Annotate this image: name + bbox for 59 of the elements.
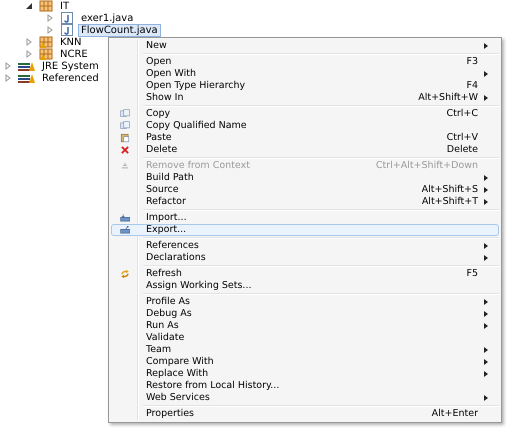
copy-icon [120, 121, 130, 131]
menu-item[interactable]: Restore from Local History... [111, 380, 499, 392]
export-icon [120, 225, 130, 235]
copy-icon [120, 109, 130, 119]
tree-item[interactable]: JRE System [39, 60, 102, 72]
menu-item[interactable]: Debug As [111, 308, 499, 320]
expand-arrow-icon[interactable] [25, 38, 33, 46]
import-icon [120, 213, 130, 223]
menu-item[interactable]: Paste Ctrl+V [111, 132, 499, 144]
expand-arrow-icon[interactable] [46, 26, 54, 34]
menu-item[interactable]: Assign Working Sets... [111, 280, 499, 292]
tree-item[interactable]: exer1.java [78, 12, 136, 24]
collapse-arrow-icon[interactable] [25, 2, 33, 10]
tree-item[interactable]: IT [57, 0, 72, 12]
menu-item[interactable]: Copy Qualified Name [111, 120, 499, 132]
menu-item[interactable]: Web Services [111, 392, 499, 404]
menu-item[interactable]: Refresh F5 [111, 268, 499, 280]
menu-item[interactable]: Source Alt+Shift+S [111, 184, 499, 196]
menu-item[interactable]: Properties Alt+Enter [111, 408, 499, 420]
menu-item[interactable]: Run As [111, 320, 499, 332]
package-icon [39, 0, 53, 13]
tree-item[interactable]: KNN [57, 36, 85, 48]
menu-item[interactable]: Import... [111, 212, 499, 224]
package-icon [39, 47, 53, 61]
java-file-icon [60, 11, 74, 25]
menu-item[interactable]: Team [111, 344, 499, 356]
refresh-icon [120, 269, 130, 279]
submenu-arrow-icon [484, 71, 488, 77]
java-file-icon [60, 23, 74, 37]
menu-item[interactable]: Delete Delete [111, 144, 499, 156]
menu-item[interactable]: Declarations [111, 252, 499, 264]
menu-item[interactable]: Replace With [111, 368, 499, 380]
menu-item[interactable]: Build Path [111, 172, 499, 184]
menu-item[interactable]: Validate [111, 332, 499, 344]
menu-item[interactable]: References [111, 240, 499, 252]
paste-icon [120, 133, 130, 143]
delete-icon [120, 145, 130, 155]
menu-item[interactable]: Refactor Alt+Shift+T [111, 196, 499, 208]
submenu-arrow-icon [484, 95, 488, 101]
submenu-arrow-icon [484, 395, 488, 401]
package-icon [39, 35, 53, 49]
menu-item[interactable]: Open With [111, 68, 499, 80]
menu-item[interactable]: Compare With [111, 356, 499, 368]
tree-item[interactable]: NCRE [57, 48, 91, 60]
menu-item[interactable]: Profile As [111, 296, 499, 308]
menu-item[interactable]: Copy Ctrl+C [111, 108, 499, 120]
submenu-arrow-icon [484, 43, 488, 49]
remove-icon [120, 161, 130, 171]
menu-item[interactable]: Export... [111, 224, 499, 236]
tree-item[interactable]: Referenced [39, 72, 102, 84]
menu-item[interactable]: Open Type Hierarchy F4 [111, 80, 499, 92]
expand-arrow-icon[interactable] [25, 50, 33, 58]
expand-arrow-icon[interactable] [46, 14, 54, 22]
expand-arrow-icon[interactable] [4, 62, 12, 70]
menu-item[interactable]: Open F3 [111, 56, 499, 68]
menu-item[interactable]: New [111, 40, 499, 52]
expand-arrow-icon[interactable] [4, 74, 12, 82]
tree-item[interactable]: FlowCount.java [78, 24, 161, 36]
menu-item[interactable]: Show In Alt+Shift+W [111, 92, 499, 104]
